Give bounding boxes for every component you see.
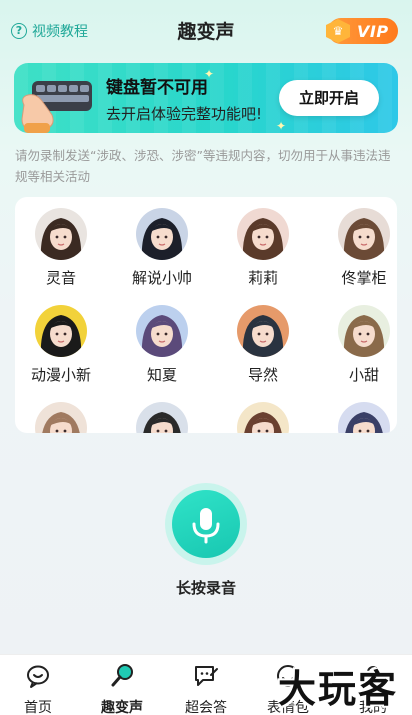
top-bar: ? 视频教程 趣变声 ♛ VIP [0, 0, 412, 62]
voice-avatar [35, 402, 87, 433]
nav-label: 首页 [24, 700, 52, 715]
keyboard-hand-icon [21, 81, 92, 133]
microphone-icon [111, 664, 133, 687]
voice-item[interactable]: 佟掌柜 [319, 208, 397, 288]
voice-item[interactable]: 动漫小新 [16, 305, 106, 385]
voice-avatar [237, 208, 289, 260]
voice-name: 佟掌柜 [341, 269, 387, 287]
voice-list-panel: 灵音 解说小帅 莉莉 佟掌柜动漫小新 知夏 导然 小甜 [15, 197, 397, 433]
voice-avatar [338, 402, 390, 433]
voice-item[interactable] [218, 402, 308, 433]
voice-item[interactable]: 莉莉 [218, 208, 308, 288]
record-button-core[interactable] [172, 490, 240, 558]
voice-item[interactable] [117, 402, 207, 433]
record-label: 长按录音 [175, 579, 236, 597]
microphone-icon [192, 508, 220, 544]
compliance-notice: 请勿录制发送“涉政、涉恐、涉密”等违规内容，切勿用于从事违法违规等相关活动 [15, 148, 391, 184]
voice-avatar [35, 305, 87, 357]
nav-label: 超会答 [185, 700, 227, 715]
record-button[interactable] [165, 483, 247, 565]
voice-avatar [136, 402, 188, 433]
vip-label: VIP [357, 21, 389, 41]
voice-item[interactable] [319, 402, 397, 433]
vip-button[interactable]: ♛ VIP [326, 18, 398, 44]
voice-name: 灵音 [45, 269, 76, 287]
voice-avatar [237, 402, 289, 433]
banner-subtitle: 去开启体验完整功能吧! [106, 105, 263, 123]
voice-item[interactable]: 小甜 [319, 305, 397, 385]
voice-avatar [338, 305, 390, 357]
nav-answers[interactable]: 超会答 [171, 663, 241, 715]
voice-avatar [338, 208, 390, 260]
message-edit-icon [195, 666, 218, 686]
nav-voice-changer[interactable]: 趣变声 [87, 663, 157, 715]
voice-name: 导然 [247, 366, 278, 384]
voice-avatar [136, 305, 188, 357]
nav-label: 趣变声 [101, 700, 143, 715]
sparkle-icon: ✦ [276, 119, 287, 133]
voice-name: 小甜 [348, 366, 379, 384]
voice-name: 动漫小新 [30, 366, 91, 384]
banner-title: 键盘暂不可用 [106, 78, 208, 98]
voice-avatar [136, 208, 188, 260]
nav-home[interactable]: 首页 [3, 663, 73, 715]
voice-name: 解说小帅 [131, 269, 192, 287]
voice-name: 莉莉 [247, 269, 278, 287]
watermark: 大玩客 [278, 667, 399, 711]
enable-keyboard-button[interactable]: 立即开启 [279, 80, 379, 116]
voice-item[interactable]: 导然 [218, 305, 308, 385]
voice-item[interactable]: 解说小帅 [117, 208, 207, 288]
chat-bubble-icon [27, 665, 49, 688]
voice-item[interactable]: 灵音 [16, 208, 106, 288]
voice-item[interactable]: 知夏 [117, 305, 207, 385]
voice-item[interactable] [16, 402, 106, 433]
voice-name: 知夏 [146, 366, 177, 384]
keyboard-promo-banner[interactable]: ✦ ✦ 键盘暂不可用 去开启体验完整功能吧! 立即开启 [14, 63, 398, 133]
voice-avatar [237, 305, 289, 357]
voice-avatar [35, 208, 87, 260]
